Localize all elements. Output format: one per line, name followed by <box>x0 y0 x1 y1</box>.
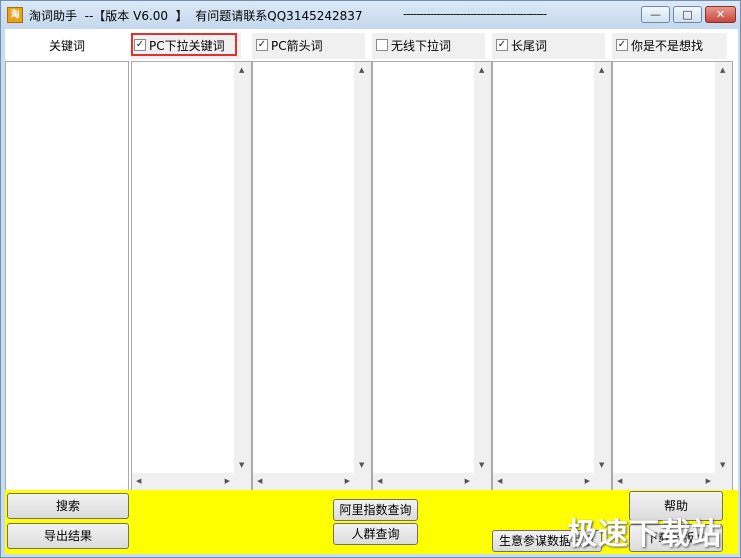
crowd-query-button[interactable]: 人群查询 <box>333 523 418 545</box>
checkbox-label: PC箭头词 <box>271 38 323 53</box>
checkbox-label: 长尾词 <box>511 38 548 53</box>
close-button[interactable]: ✕ <box>705 6 736 23</box>
title-dashes: ----------------------------------------… <box>403 7 547 21</box>
result-list-mobile-dropdown[interactable]: ▲ ▼ ◀ ▶ <box>372 61 492 491</box>
vertical-scrollbar[interactable]: ▲ ▼ <box>715 62 732 473</box>
scroll-left-icon[interactable]: ◀ <box>497 477 502 485</box>
result-list-did-you-mean[interactable]: ▲ ▼ ◀ ▶ <box>612 61 733 491</box>
scroll-corner <box>594 473 611 490</box>
vertical-scrollbar[interactable]: ▲ ▼ <box>234 62 251 473</box>
watermark: 极速下载站 <box>567 517 722 552</box>
app-icon: 淘 <box>7 7 23 23</box>
scroll-corner <box>234 473 251 490</box>
scroll-left-icon[interactable]: ◀ <box>257 477 262 485</box>
checkbox-longtail[interactable]: ✓ 长尾词 <box>496 33 547 57</box>
scroll-corner <box>715 473 732 490</box>
app-window: 淘 淘词助手 --【版本 V6.00 】 有问题请联系QQ3145242837 … <box>0 0 741 558</box>
result-list-pc-dropdown[interactable]: ▲ ▼ ◀ ▶ <box>131 61 252 491</box>
checkbox-label: 你是不是想找 <box>631 38 704 53</box>
scroll-down-icon[interactable]: ▼ <box>359 461 364 469</box>
export-button[interactable]: 导出结果 <box>7 523 129 549</box>
horizontal-scrollbar[interactable]: ◀ ▶ <box>373 473 474 490</box>
horizontal-scrollbar[interactable]: ◀ ▶ <box>132 473 234 490</box>
checkbox-mobile-dropdown[interactable]: 无线下拉词 <box>376 33 451 57</box>
checkbox-box[interactable]: ✓ <box>616 39 628 51</box>
horizontal-scrollbar[interactable]: ◀ ▶ <box>613 473 715 490</box>
scroll-down-icon[interactable]: ▼ <box>239 461 244 469</box>
scroll-left-icon[interactable]: ◀ <box>617 477 622 485</box>
vertical-scrollbar[interactable]: ▲ ▼ <box>474 62 491 473</box>
scroll-up-icon[interactable]: ▲ <box>479 66 484 74</box>
keyword-header: 关键词 <box>5 33 129 59</box>
scroll-right-icon[interactable]: ▶ <box>706 477 711 485</box>
scroll-left-icon[interactable]: ◀ <box>136 477 141 485</box>
maximize-button[interactable]: □ <box>673 6 702 23</box>
checkbox-did-you-mean[interactable]: ✓ 你是不是想找 <box>616 33 703 57</box>
scroll-right-icon[interactable]: ▶ <box>225 477 230 485</box>
checkbox-pc-arrow[interactable]: ✓ PC箭头词 <box>256 33 323 57</box>
scroll-left-icon[interactable]: ◀ <box>377 477 382 485</box>
checkbox-box[interactable]: ✓ <box>496 39 508 51</box>
vertical-scrollbar[interactable]: ▲ ▼ <box>354 62 371 473</box>
vertical-scrollbar[interactable]: ▲ ▼ <box>594 62 611 473</box>
search-button[interactable]: 搜索 <box>7 493 129 519</box>
horizontal-scrollbar[interactable]: ◀ ▶ <box>253 473 354 490</box>
scroll-up-icon[interactable]: ▲ <box>720 66 725 74</box>
highlight-box <box>131 33 237 56</box>
scroll-right-icon[interactable]: ▶ <box>585 477 590 485</box>
title-bar[interactable]: 淘 淘词助手 --【版本 V6.00 】 有问题请联系QQ3145242837 … <box>1 1 740 29</box>
scroll-down-icon[interactable]: ▼ <box>479 461 484 469</box>
scroll-up-icon[interactable]: ▲ <box>599 66 604 74</box>
scroll-corner <box>354 473 371 490</box>
scroll-up-icon[interactable]: ▲ <box>239 66 244 74</box>
scroll-down-icon[interactable]: ▼ <box>720 461 725 469</box>
scroll-up-icon[interactable]: ▲ <box>359 66 364 74</box>
minimize-button[interactable]: — <box>641 6 670 23</box>
window-title: 淘词助手 --【版本 V6.00 】 有问题请联系QQ3145242837 <box>29 9 363 23</box>
horizontal-scrollbar[interactable]: ◀ ▶ <box>493 473 594 490</box>
result-list-pc-arrow[interactable]: ▲ ▼ ◀ ▶ <box>252 61 372 491</box>
scroll-right-icon[interactable]: ▶ <box>465 477 470 485</box>
ali-index-button[interactable]: 阿里指数查询 <box>333 499 418 521</box>
result-list-longtail[interactable]: ▲ ▼ ◀ ▶ <box>492 61 612 491</box>
scroll-right-icon[interactable]: ▶ <box>345 477 350 485</box>
checkbox-box[interactable]: ✓ <box>256 39 268 51</box>
scroll-corner <box>474 473 491 490</box>
checkbox-label: 无线下拉词 <box>391 38 452 53</box>
keyword-input-box[interactable] <box>5 61 129 491</box>
client-area: 关键词 ✓ PC下拉关键词 ✓ PC箭头词 无线下拉词 ✓ 长尾词 ✓ 你是不是… <box>5 29 738 554</box>
scroll-down-icon[interactable]: ▼ <box>599 461 604 469</box>
checkbox-box[interactable] <box>376 39 388 51</box>
